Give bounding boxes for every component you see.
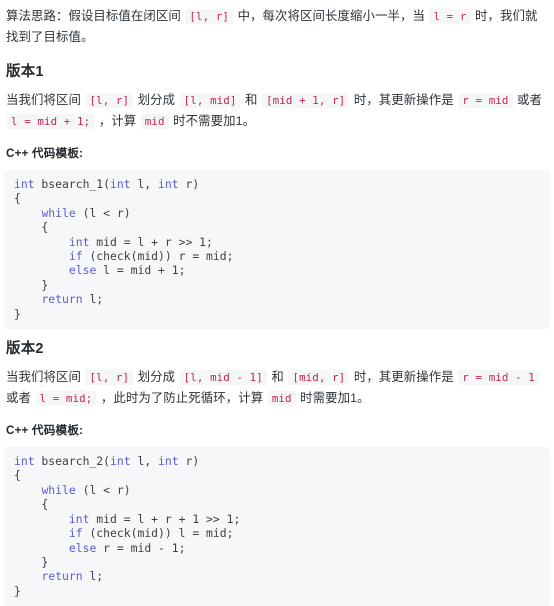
code-token-plain: r)	[178, 177, 200, 191]
code-token-plain: l,	[130, 454, 159, 469]
code-token-plain: {	[14, 220, 49, 235]
code-token-plain: mid = l + r >> 1;	[89, 234, 213, 249]
code-token-kw: int	[14, 177, 35, 191]
code-token-plain: (check(mid)) r = mid;	[82, 249, 234, 264]
section-version-1: 版本1	[2, 62, 552, 82]
inline-code: l = mid;	[35, 391, 97, 407]
section-paragraph-version-2: 当我们将区间 [l, r] 划分成 [l, mid - 1] 和 [mid, r…	[2, 367, 552, 409]
inline-code: r = mid - 1	[458, 370, 539, 386]
code-token-plain: }	[14, 306, 21, 321]
code-token-plain: {	[14, 497, 49, 512]
code-token-plain: (l < r)	[75, 205, 131, 220]
code-token-kw: int	[158, 177, 179, 191]
code-token-plain: {	[14, 468, 21, 483]
code-token-kw: return	[41, 569, 83, 584]
code-template-label-version-1: C++ 代码模板:	[6, 147, 84, 160]
code-token-plain: l;	[82, 569, 104, 584]
code-token-kw: int	[14, 454, 35, 469]
inline-code: r = mid	[458, 93, 513, 108]
inline-code: [l, mid - 1]	[179, 370, 267, 386]
code-token-kw: while	[41, 205, 76, 220]
inline-code: [l, r]	[85, 93, 134, 108]
code-token-kw: while	[41, 482, 76, 497]
code-token-plain: mid = l + r + 1 >> 1;	[89, 511, 241, 526]
code-token-plain: }	[14, 277, 49, 292]
code-token-plain: l = mid + 1;	[96, 263, 186, 278]
code-block-version-1[interactable]: int bsearch_1(int l, int r) { while (l <…	[4, 170, 550, 330]
code-block-version-2[interactable]: int bsearch_2(int l, int r) { while (l <…	[4, 447, 550, 606]
code-block-wrapper-version-1: int bsearch_1(int l, int r) { while (l <…	[2, 170, 552, 330]
code-token-plain: l;	[82, 292, 104, 307]
code-token-kw: if	[68, 249, 83, 264]
code-token-plain: bsearch_2(	[34, 454, 111, 469]
code-token-kw: int	[68, 511, 90, 526]
code-token-plain: r)	[178, 454, 200, 469]
code-token-plain: r = mid - 1;	[96, 540, 186, 555]
section-heading-version-1: 版本1	[6, 64, 44, 80]
code-token-plain: {	[14, 191, 21, 206]
section-version-2: 版本2	[2, 339, 552, 359]
inline-code: [l, r]	[85, 370, 134, 386]
inline-code: [l, r]	[185, 9, 234, 24]
inline-code: l = r	[429, 9, 471, 24]
code-token-kw: else	[68, 540, 97, 555]
code-token-kw: int	[68, 234, 90, 249]
code-token-plain: (check(mid)) l = mid;	[82, 526, 234, 541]
code-token-plain: l,	[130, 177, 159, 191]
inline-code: l = mid + 1;	[7, 114, 95, 129]
code-token-plain: (l < r)	[75, 482, 131, 497]
code-token-kw: return	[41, 292, 83, 307]
code-token-plain: }	[14, 583, 21, 598]
code-token-plain: bsearch_1(	[34, 177, 111, 191]
code-token-kw: int	[110, 454, 131, 469]
inline-code: mid	[267, 391, 296, 407]
code-token-kw: if	[68, 526, 83, 541]
code-token-kw: int	[110, 177, 131, 191]
code-token-kw: int	[158, 454, 179, 469]
inline-code: [l, mid]	[179, 93, 241, 108]
inline-code: [mid + 1, r]	[262, 93, 350, 108]
section-heading-version-2: 版本2	[6, 341, 44, 358]
article-body: 算法思路：假设目标值在闭区间 [l, r] 中，每次将区间长度缩小一半，当 l …	[0, 0, 554, 606]
inline-code: mid	[140, 114, 169, 129]
code-block-wrapper-version-2: int bsearch_2(int l, int r) { while (l <…	[2, 447, 552, 606]
inline-code: [mid, r]	[288, 370, 350, 386]
code-token-kw: else	[68, 263, 97, 278]
section-paragraph-version-1: 当我们将区间 [l, r] 划分成 [l, mid] 和 [mid + 1, r…	[6, 93, 543, 129]
code-template-label-version-2: C++ 代码模板:	[6, 424, 84, 438]
intro-paragraph: 算法思路：假设目标值在闭区间 [l, r] 中，每次将区间长度缩小一半，当 l …	[6, 9, 538, 44]
